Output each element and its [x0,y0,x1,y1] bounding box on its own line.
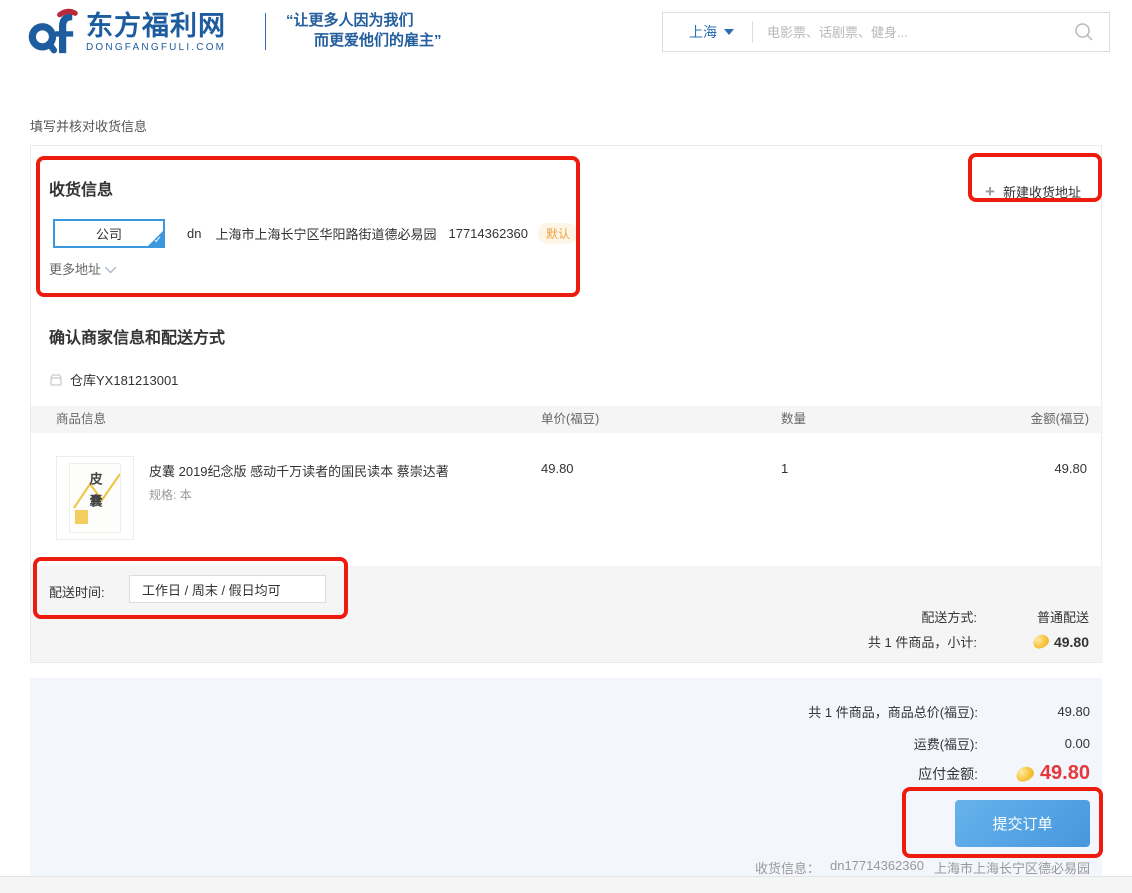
payable-row: 应付金额: 49.80 [918,762,1090,785]
order-summary-panel: 共 1 件商品，商品总价(福豆): 49.80 运费(福豆): 0.00 应付金… [30,678,1102,876]
receiver-name: dn [187,226,201,241]
default-badge: 默认 [538,223,578,244]
total-value: 49.80 [978,704,1090,719]
total-row: 共 1 件商品，商品总价(福豆): 49.80 [808,702,1090,721]
submit-order-button[interactable]: 提交订单 [955,800,1090,847]
caret-down-icon [724,29,734,35]
delivery-time-label: 配送时间: [49,582,105,601]
logo-text: 东方福利网 DONGFANGFULI.COM [86,11,226,53]
subtotal-label: 共 1 件商品，小计: [868,632,977,651]
col-amount: 金额(福豆) [1031,406,1089,433]
product-title[interactable]: 皮囊 2019纪念版 感动千万读者的国民读本 蔡崇达著 [149,461,569,480]
delivery-method-value: 普通配送 [977,607,1089,626]
search-bar: 上海 [662,12,1110,52]
order-card: 收货信息 + 新建收货地址 公司 ✓ dn 上海市上海长宁区华阳路街道德必易园 … [30,145,1102,663]
col-quantity: 数量 [781,406,806,433]
more-addresses-toggle[interactable]: 更多地址 [49,259,116,278]
product-table-header: 商品信息 单价(福豆) 数量 金额(福豆) [31,406,1103,433]
total-label: 共 1 件商品，商品总价(福豆): [808,702,978,721]
freight-row: 运费(福豆): 0.00 [914,734,1090,753]
warehouse-row: 仓库YX181213001 [49,370,178,389]
delivery-time-select[interactable]: 工作日 / 周末 / 假日均可 [129,575,326,603]
delivery-time-value: 工作日 / 周末 / 假日均可 [142,580,281,599]
bean-coin-icon [1014,764,1035,783]
product-unit-price: 49.80 [541,461,574,476]
product-spec: 规格: 本 [149,486,192,503]
shipping-section-title: 收货信息 [49,176,113,200]
store-icon [49,373,63,387]
breadcrumb: 填写并核对收货信息 [30,116,147,135]
receiver-summary-address: 上海市上海长宁区德必易园 [934,858,1090,877]
search-icon[interactable] [1073,21,1095,43]
payable-label: 应付金额: [918,764,978,784]
new-address-label: 新建收货地址 [1003,182,1081,201]
product-image[interactable]: 皮囊 [56,456,134,540]
col-product-info: 商品信息 [56,406,106,433]
receiver-summary-name: dn17714362360 [830,858,924,877]
chevron-down-icon [105,261,116,272]
slogan-line-2: 而更爱他们的雇主” [286,31,442,51]
logo-title: 东方福利网 [86,11,226,41]
plus-icon: + [985,185,995,199]
address-tag-card[interactable]: 公司 ✓ [53,219,165,248]
logo-mark-icon [28,8,78,56]
subtotal-row: 共 1 件商品，小计: 49.80 [868,632,1089,651]
warehouse-label: 仓库YX181213001 [70,370,178,389]
book-cover-title: 皮囊 [86,472,105,516]
bean-coin-icon [1031,633,1050,650]
payable-value: 49.80 [1040,762,1090,785]
city-label: 上海 [689,22,717,42]
freight-value: 0.00 [978,736,1090,751]
receiver-phone: 17714362360 [448,226,528,241]
header-divider [265,13,266,50]
logo-subtitle: DONGFANGFULI.COM [86,42,226,53]
delivery-method-label: 配送方式: [921,607,977,626]
freight-label: 运费(福豆): [914,734,978,753]
spec-label: 规格: [149,488,176,502]
delivery-section: 配送时间: 工作日 / 周末 / 假日均可 配送方式: 普通配送 共 1 件商品… [31,566,1103,662]
city-selector[interactable]: 上海 [663,22,752,42]
footer-strip [0,876,1132,893]
product-amount: 49.80 [1054,461,1087,476]
spec-value: 本 [180,488,192,502]
receiver-summary: 收货信息： dn17714362360 上海市上海长宁区德必易园 [755,858,1090,877]
site-logo[interactable]: 东方福利网 DONGFANGFULI.COM [28,8,226,56]
delivery-method-row: 配送方式: 普通配送 [921,607,1089,626]
check-icon: ✓ [154,235,162,246]
subtotal-value: 49.80 [1054,634,1089,650]
receiver-summary-label: 收货信息： [755,858,820,877]
receiver-address: 上海市上海长宁区华阳路街道德必易园 [215,224,436,243]
book-cover: 皮囊 [69,463,121,533]
slogan-line-1: “让更多人因为我们 [286,11,442,31]
address-row: 公司 ✓ dn 上海市上海长宁区华阳路街道德必易园 17714362360 默认 [53,219,578,248]
header-slogan: “让更多人因为我们 而更爱他们的雇主” [286,11,442,51]
search-input[interactable] [753,25,1073,40]
more-addresses-label: 更多地址 [49,259,101,278]
product-quantity: 1 [781,461,788,476]
new-address-button[interactable]: + 新建收货地址 [985,182,1081,201]
merchant-section-title: 确认商家信息和配送方式 [49,324,225,348]
address-tag-label: 公司 [96,224,122,243]
col-unit-price: 单价(福豆) [541,406,599,433]
